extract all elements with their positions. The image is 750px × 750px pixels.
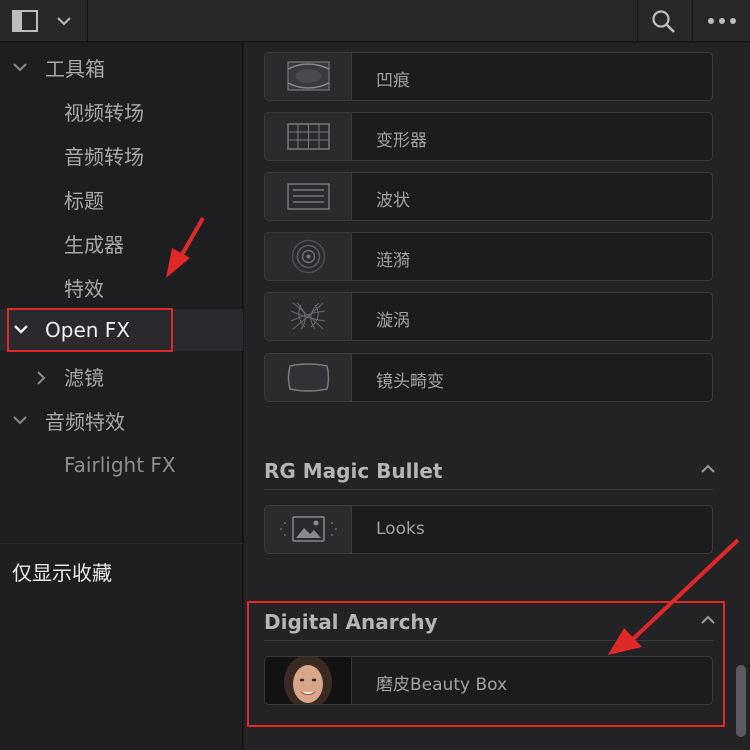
looks-icon [280,516,337,542]
sidebar-panel-icon [12,10,38,32]
effect-thumbnail [265,354,352,401]
effect-label: 波状 [376,191,410,211]
effect-label: 变形器 [376,131,427,151]
favorites-only-toggle[interactable]: 仅显示收藏 [12,557,112,586]
effect-thumbnail [265,506,352,553]
tree-item-titles[interactable]: 标题 [0,181,243,221]
tree-item-effects[interactable]: 特效 [0,269,243,309]
section-divider [264,640,713,641]
ripple-icon [291,239,326,274]
effect-label: Looks [376,519,425,539]
tree-item-label: 滤镜 [64,366,104,390]
tree-item-generators[interactable]: 生成器 [0,225,243,265]
chevron-up-icon[interactable] [700,614,716,626]
effect-label: 漩涡 [376,311,410,331]
top-toolbar [0,0,750,42]
tree-item-fairlight-fx[interactable]: Fairlight FX [0,445,243,485]
more-options-button[interactable] [692,0,750,42]
tree-item-audio-transitions[interactable]: 音频转场 [0,137,243,177]
effect-thumbnail [265,53,352,100]
effect-thumbnail [265,655,352,709]
tree-item-label: 特效 [64,277,104,301]
effect-item-looks[interactable]: Looks [264,505,713,554]
tree-item-filters[interactable]: 滤镜 [0,358,243,398]
tree-item-label: 标题 [64,189,104,213]
scrollbar-thumb[interactable] [736,665,746,737]
effect-item-beauty-box[interactable]: 磨皮Beauty Box [264,655,713,709]
tree-item-label: Fairlight FX [64,453,176,477]
effect-label: 涟漪 [376,251,410,271]
section-divider [264,489,713,490]
effect-thumbnail [265,293,352,340]
tree-item-label: 音频转场 [64,145,144,169]
tree-item-audio-fx[interactable]: 音频特效 [0,402,243,442]
lens-distortion-icon [287,363,330,392]
effect-item-dent[interactable]: 凹痕 [264,52,713,101]
dent-icon [287,61,330,91]
divider [0,543,243,544]
wave-icon [287,183,330,210]
chevron-down-icon [13,63,27,72]
effect-item-lens-distortion[interactable]: 镜头畸变 [264,353,713,402]
tree-item-label: 工具箱 [45,57,105,81]
chevron-down-icon [13,416,27,425]
chevron-down-icon [57,17,71,26]
section-header-digital-anarchy[interactable]: Digital Anarchy [264,610,438,634]
tree-item-label: 视频转场 [64,101,144,125]
effect-label: 磨皮Beauty Box [376,675,508,695]
effect-label: 镜头畸变 [376,372,444,392]
tree-item-label: 生成器 [64,233,124,257]
section-header-rg-magic-bullet[interactable]: RG Magic Bullet [264,459,443,483]
chevron-right-icon [37,371,46,385]
tree-item-open-fx[interactable]: Open FX [0,309,243,351]
tree-item-toolbox[interactable]: 工具箱 [0,49,243,89]
chevron-down-icon [14,325,28,334]
beauty-box-face-thumbnail [284,655,332,709]
effects-library-tree: 工具箱 视频转场 音频转场 标题 生成器 特效 Open FX 滤镜 音频特效 … [0,43,243,750]
effect-thumbnail [265,233,352,280]
panel-toggle-button[interactable] [0,0,88,42]
effect-item-wave[interactable]: 波状 [264,172,713,221]
effect-item-vortex[interactable]: 漩涡 [264,292,713,341]
effects-list-panel: 凹痕 变形器 波状 涟漪 漩涡 镜头畸变 RG Magic Bullet Loo… [244,43,750,750]
chevron-up-icon[interactable] [700,463,716,475]
effect-thumbnail [265,173,352,220]
effect-item-warper[interactable]: 变形器 [264,112,713,161]
more-dots-icon [708,18,736,24]
search-button[interactable] [637,0,692,42]
effect-item-ripple[interactable]: 涟漪 [264,232,713,281]
warper-grid-icon [287,123,330,150]
search-icon [652,10,675,33]
tree-item-video-transitions[interactable]: 视频转场 [0,93,243,133]
effect-label: 凹痕 [376,71,410,91]
tree-item-label: Open FX [45,318,130,342]
tree-item-label: 音频特效 [45,410,125,434]
effect-thumbnail [265,113,352,160]
vortex-icon [290,302,326,330]
